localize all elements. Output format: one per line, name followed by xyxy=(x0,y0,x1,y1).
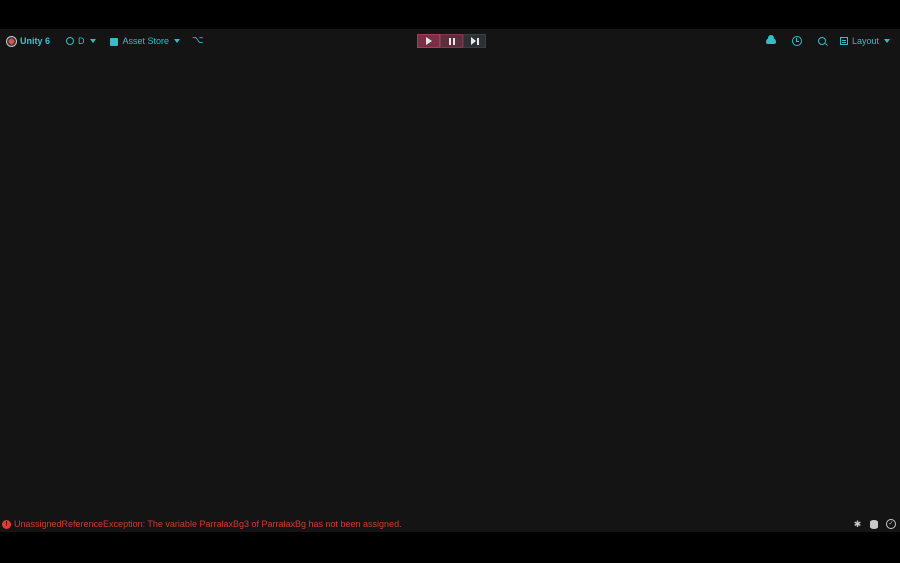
play-icon xyxy=(425,37,432,45)
step-button[interactable] xyxy=(463,34,486,48)
check-icon[interactable]: ✓ xyxy=(886,519,896,529)
pause-icon xyxy=(448,37,455,45)
version-control-button[interactable]: ⌥ xyxy=(192,29,204,53)
search-icon[interactable] xyxy=(817,37,826,45)
database-icon[interactable] xyxy=(870,519,878,529)
toolbar-right: Layout xyxy=(765,29,890,53)
chevron-down-icon xyxy=(884,39,890,43)
console-error-message[interactable]: UnassignedReferenceException: The variab… xyxy=(14,519,402,529)
main-toolbar: Unity 6 D Asset Store ⌥ Layout xyxy=(0,29,900,53)
layout-dropdown[interactable]: Layout xyxy=(839,29,890,53)
status-bar: ! UnassignedReferenceException: The vari… xyxy=(0,517,900,532)
unity-editor-window: Unity 6 D Asset Store ⌥ Layout ! Unassig… xyxy=(0,29,900,532)
step-icon xyxy=(470,37,479,45)
error-icon: ! xyxy=(2,520,11,529)
account-icon xyxy=(66,37,75,45)
account-label: D xyxy=(78,36,85,46)
play-button[interactable] xyxy=(417,34,440,48)
layout-label: Layout xyxy=(851,36,879,46)
status-icons: ✱ ✓ xyxy=(853,519,896,529)
unity-logo-icon xyxy=(6,35,17,47)
version-control-icon: ⌥ xyxy=(192,35,204,46)
history-icon[interactable] xyxy=(791,36,802,46)
app-title: Unity 6 xyxy=(20,36,51,46)
asset-store-label: Asset Store xyxy=(122,36,170,46)
cloud-icon[interactable] xyxy=(765,35,776,44)
asset-store-icon xyxy=(109,38,118,46)
bug-icon[interactable]: ✱ xyxy=(853,519,862,529)
toolbar-left: Unity 6 D Asset Store ⌥ xyxy=(6,29,204,53)
chevron-down-icon xyxy=(174,39,181,43)
account-dropdown[interactable]: D xyxy=(66,29,96,53)
asset-store-dropdown[interactable]: Asset Store xyxy=(109,29,181,53)
chevron-down-icon xyxy=(89,39,96,43)
pause-button[interactable] xyxy=(440,34,463,48)
play-controls xyxy=(417,34,486,48)
layout-icon xyxy=(839,37,848,45)
unity-menu[interactable]: Unity 6 xyxy=(6,29,66,53)
